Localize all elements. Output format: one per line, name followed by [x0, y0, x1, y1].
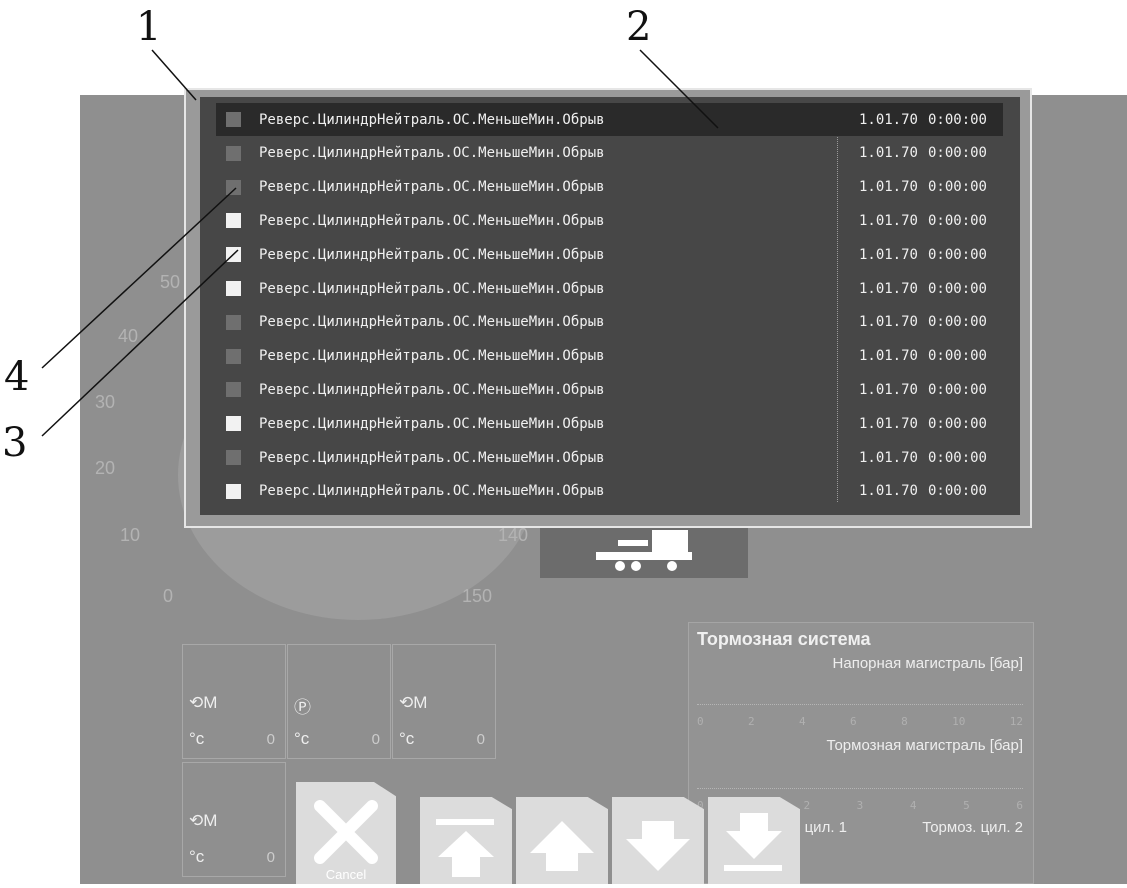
callout-leaders: [41, 49, 719, 437]
callout-2: 2: [626, 4, 652, 50]
callout-3: 3: [2, 420, 28, 466]
callout-4: 4: [4, 354, 30, 400]
callout-1: 1: [136, 4, 162, 50]
